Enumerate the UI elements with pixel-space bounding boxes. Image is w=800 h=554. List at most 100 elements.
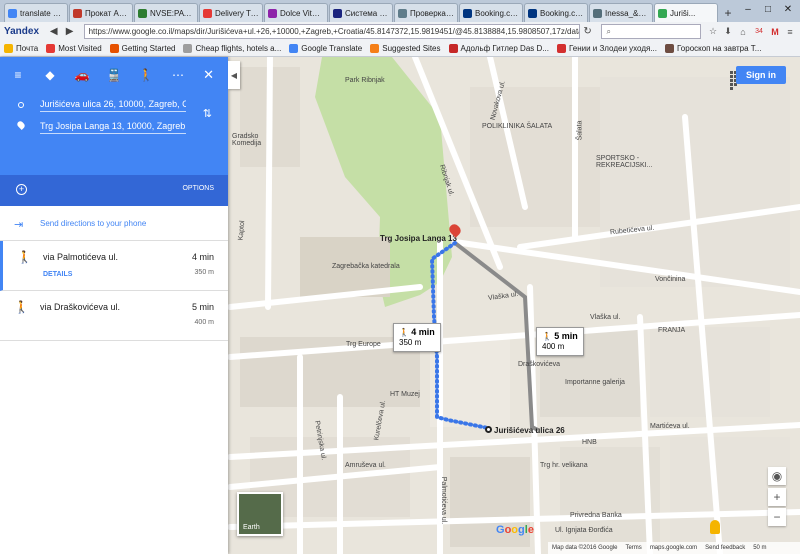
from-input[interactable]: Jurišićeva ulica 26, 10000, Zagreb, Cro	[40, 99, 186, 112]
send-to-phone-row[interactable]: ⇥ Send directions to your phone	[0, 206, 228, 241]
options-button[interactable]: OPTIONS	[182, 185, 214, 192]
back-icon[interactable]: ◀	[46, 24, 62, 40]
add-destination-icon[interactable]: +	[16, 184, 27, 195]
street-view-pegman-icon[interactable]	[710, 520, 720, 534]
bookmark-item[interactable]: Getting Started	[109, 44, 175, 53]
tab-favicon-icon	[8, 8, 17, 18]
bookmark-item[interactable]: Google Translate	[289, 44, 362, 53]
route-option-1[interactable]: 🚶 via Palmotićeva ul. 4 min 350 m DETAIL…	[0, 241, 228, 291]
tab-bar: translate go... Прокат Авт... NVSE:PAY:...…	[0, 0, 800, 22]
bookmark-item[interactable]: Адольф Гитлер Das D...	[448, 44, 549, 53]
my-location-icon[interactable]: ◉	[768, 467, 786, 485]
route-bubble-primary[interactable]: 🚶 4 min 350 m	[393, 323, 441, 352]
download-icon[interactable]: ⬇	[722, 26, 734, 38]
car-icon[interactable]: 🚗	[74, 67, 90, 83]
close-window-icon[interactable]: ✕	[778, 1, 798, 17]
minimize-icon[interactable]: –	[738, 1, 758, 17]
browser-tab[interactable]: Juriši...	[654, 3, 718, 22]
tab-label: Проверка о...	[410, 8, 454, 18]
browser-tab[interactable]: Booking.co...	[524, 3, 588, 22]
earth-toggle-button[interactable]: Earth	[237, 492, 283, 536]
destination-label[interactable]: Trg Josipa Langa 13	[380, 234, 457, 243]
more-icon[interactable]: ⋯	[170, 67, 186, 83]
tab-favicon-icon	[333, 8, 342, 18]
gmail-icon[interactable]: M	[769, 26, 781, 38]
zoom-in-button[interactable]: +	[768, 488, 786, 506]
scale-label: 50 m	[753, 545, 767, 551]
swap-icon[interactable]: ⇅	[203, 107, 212, 120]
route-time: 4 min	[191, 252, 214, 262]
map-label-franja: FRANJA	[658, 327, 686, 334]
maximize-icon[interactable]: □	[758, 1, 778, 17]
options-bar: + OPTIONS	[0, 175, 228, 206]
search-input[interactable]: ⌕	[601, 24, 701, 39]
directions-header: ≡ ◆ 🚗 🚆 🚶 ⋯ ✕ Jurišićeva ulica 26, 10000…	[0, 57, 228, 175]
menu-icon[interactable]: ≡	[784, 26, 796, 38]
new-tab-button[interactable]: +	[719, 3, 737, 22]
route-option-2[interactable]: 🚶 via Draškovićeva ul. 5 min 400 m	[0, 291, 228, 341]
map-label-vlaska2: Vlaška ul.	[590, 314, 621, 321]
address-bar[interactable]: https://www.google.co.il/maps/dir/Juriši…	[83, 24, 580, 39]
directions-mode-best-icon[interactable]: ◆	[42, 67, 58, 83]
map-label-privredna: Privredna Banka	[570, 512, 622, 519]
bubble-distance: 400 m	[542, 342, 565, 351]
bubble-distance: 350 m	[399, 338, 422, 347]
details-link[interactable]: DETAILS	[43, 271, 72, 278]
map-label-trg-velikana: Trg hr. velikana	[540, 462, 588, 469]
forward-icon[interactable]: ▶	[62, 24, 78, 40]
google-logo: Google	[496, 524, 534, 536]
tab-label: Inessa_&nar...	[605, 8, 649, 18]
map-data-credit: Map data ©2016 Google	[552, 545, 618, 551]
close-icon[interactable]: ✕	[203, 67, 214, 83]
menu-icon[interactable]: ≡	[10, 67, 26, 83]
home-icon[interactable]: ⌂	[737, 26, 749, 38]
send-to-phone-link[interactable]: Send directions to your phone	[40, 219, 146, 228]
to-input[interactable]: Trg Josipa Langa 13, 10000, Zagreb, Cr	[40, 121, 186, 134]
addon-badge[interactable]: 34	[752, 26, 766, 38]
bookmark-item[interactable]: Почта	[4, 44, 38, 53]
browser-tab[interactable]: Booking.co...	[459, 3, 523, 22]
bookmark-item[interactable]: Гороскоп на завтра Т...	[665, 44, 761, 53]
bookmark-item[interactable]: Cheap flights, hotels a...	[183, 44, 281, 53]
map-label-importanne: Importanne galerija	[565, 379, 625, 386]
tab-label: Juriši...	[670, 8, 696, 18]
collapse-panel-button[interactable]: ◀	[228, 61, 240, 89]
zoom-out-button[interactable]: −	[768, 508, 786, 526]
terms-link[interactable]: Terms	[625, 545, 641, 551]
browser-tab[interactable]: Inessa_&nar...	[589, 3, 653, 22]
map-label-voncina: Vončinina	[655, 276, 686, 283]
route-bubble-alt[interactable]: 🚶 5 min 400 m	[536, 327, 584, 356]
map-footer: Map data ©2016 Google Terms maps.google.…	[548, 542, 800, 554]
search-icon: ⌕	[606, 27, 611, 36]
bookmark-item[interactable]: Most Visited	[46, 44, 102, 53]
origin-dot[interactable]	[485, 426, 492, 433]
walk-icon: 🚶	[542, 332, 552, 341]
maps-link[interactable]: maps.google.com	[650, 545, 697, 551]
tab-label: NVSE:PAY:...	[150, 8, 194, 18]
tab-label: translate go...	[20, 8, 64, 18]
browser-tab[interactable]: translate go...	[4, 3, 68, 22]
transit-icon[interactable]: 🚆	[106, 67, 122, 83]
tab-favicon-icon	[658, 8, 667, 18]
reload-icon[interactable]: ↻	[580, 24, 596, 40]
window-controls: – □ ✕	[738, 1, 798, 17]
send-feedback-link[interactable]: Send feedback	[705, 545, 745, 551]
tab-label: Система бр...	[345, 8, 389, 18]
browser-tab[interactable]: Прокат Авт...	[69, 3, 133, 22]
browser-tab[interactable]: Delivery Tra...	[199, 3, 263, 22]
browser-logo[interactable]: Yandex	[4, 26, 46, 37]
browser-tab[interactable]: Система бр...	[329, 3, 393, 22]
origin-label[interactable]: Jurišićeva ulica 26	[494, 426, 565, 435]
bookmark-star-icon[interactable]: ☆	[707, 26, 719, 38]
route-distance: 400 m	[194, 319, 214, 326]
walk-mode-icon[interactable]: 🚶	[138, 67, 154, 83]
browser-tab[interactable]: Проверка о...	[394, 3, 458, 22]
browser-tab[interactable]: NVSE:PAY:...	[134, 3, 198, 22]
bookmark-label: Suggested Sites	[382, 44, 441, 53]
bookmark-item[interactable]: Гении и Злодеи уходя...	[556, 44, 657, 53]
sign-in-button[interactable]: Sign in	[736, 66, 786, 84]
bookmark-item[interactable]: Suggested Sites	[370, 44, 441, 53]
browser-tab[interactable]: Dolce Vita K...	[264, 3, 328, 22]
map-label-sportsko: SPORTSKO - REKREACIJSKI...	[596, 155, 653, 169]
bookmark-favicon-icon	[370, 44, 380, 53]
